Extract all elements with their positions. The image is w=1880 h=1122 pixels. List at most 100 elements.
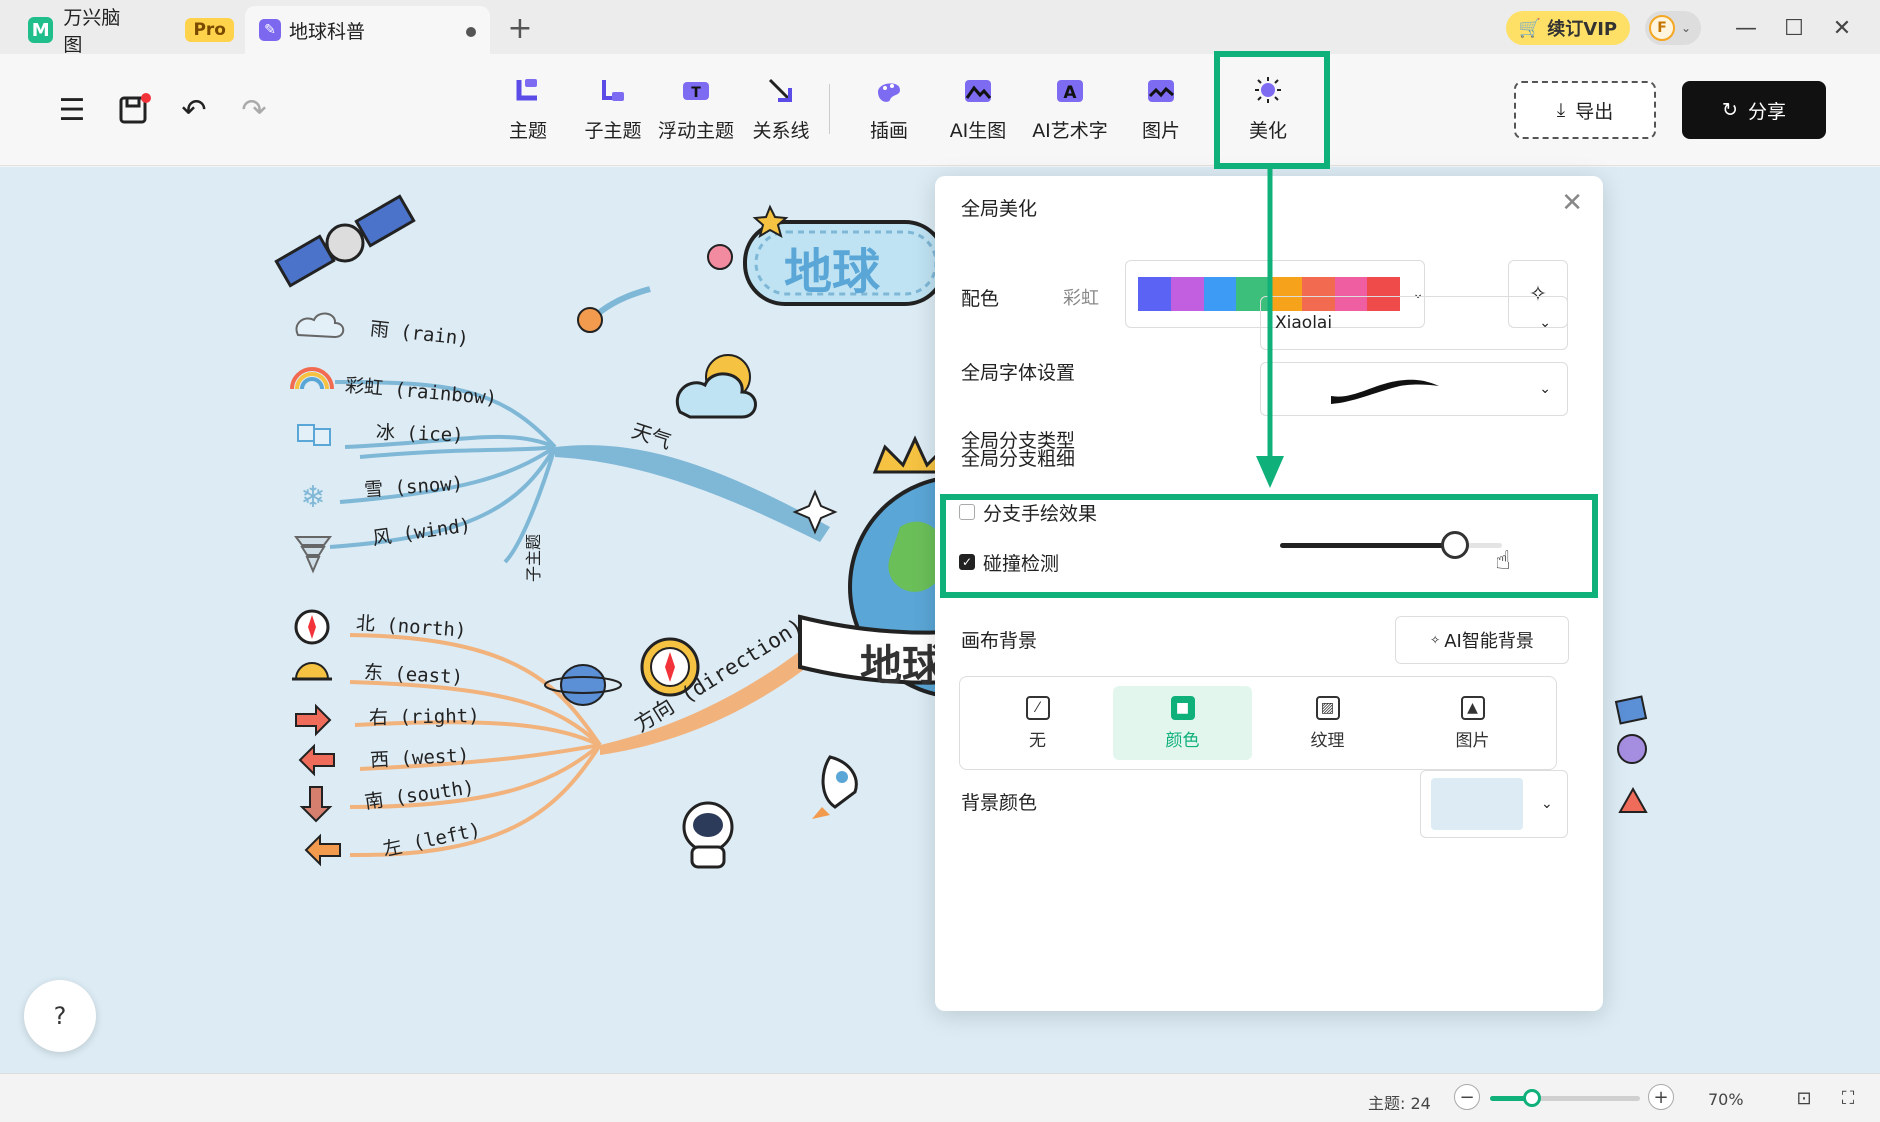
zoom-level[interactable]: 70%: [1708, 1090, 1744, 1109]
zoom-out-button[interactable]: −: [1454, 1084, 1480, 1110]
toolbar-divider: [829, 84, 830, 134]
image-icon: [1144, 74, 1178, 108]
zoom-handle[interactable]: [1523, 1089, 1541, 1107]
share-icon: ↻: [1722, 99, 1738, 121]
tool-ai-image[interactable]: AI生图: [942, 70, 1014, 154]
color-swatch: [1138, 277, 1171, 311]
ai-image-icon: [961, 74, 995, 108]
minimize-icon[interactable]: —: [1728, 12, 1764, 44]
vip-label: 续订VIP: [1547, 19, 1618, 40]
root-topic[interactable]: 地球: [860, 632, 944, 693]
document-tab-label: 地球科普: [289, 20, 366, 43]
satellite-icon: [274, 194, 416, 288]
bg-option-image[interactable]: ▲ 图片: [1403, 686, 1542, 760]
close-window-icon[interactable]: ✕: [1824, 12, 1860, 44]
title-banner-text[interactable]: 地球: [784, 232, 880, 302]
tool-ai-art-text[interactable]: A AI艺术字: [1025, 70, 1115, 154]
texture-icon: ▨: [1315, 695, 1340, 720]
help-icon: ?: [53, 1002, 67, 1030]
subtopic-icon: [596, 74, 630, 108]
chevron-down-icon: ⌄: [1539, 315, 1551, 331]
account-menu[interactable]: F ⌄: [1645, 11, 1701, 45]
color-scheme-label: 配色: [961, 288, 1000, 310]
title-bar: M 万兴脑图 Pro ✎ 地球科普 + 🛒 续订VIP F ⌄ — ☐ ✕: [0, 0, 1880, 56]
slash-icon: ⁄: [1025, 695, 1050, 720]
subtopic-vertical[interactable]: 子主题: [520, 534, 544, 582]
menu-icon[interactable]: ☰: [52, 90, 92, 130]
pro-badge[interactable]: Pro: [185, 18, 234, 42]
sparkle-icon: ✧: [1430, 633, 1441, 647]
undo-icon[interactable]: ↶: [174, 90, 214, 130]
chevron-down-icon: ⌄: [1681, 21, 1692, 35]
tab-document[interactable]: ✎ 地球科普: [245, 6, 490, 54]
branch-width-highlight-box: [940, 494, 1598, 598]
avatar: F: [1649, 15, 1675, 41]
fullscreen-icon[interactable]: ⛶: [1836, 1086, 1860, 1110]
floating-topic-icon: T: [679, 74, 713, 108]
document-icon: ✎: [259, 19, 281, 41]
renew-vip-button[interactable]: 🛒 续订VIP: [1506, 11, 1630, 45]
zoom-slider[interactable]: [1490, 1089, 1640, 1107]
canvas-bg-label: 画布背景: [961, 630, 1038, 652]
topic-icon: [511, 74, 545, 108]
global-font-label: 全局字体设置: [961, 362, 1076, 384]
app-tab[interactable]: M 万兴脑图 Pro: [14, 6, 234, 56]
background-type-group: ⁄ 无 ■ 颜色 ▨ 纹理 ▲ 图片: [959, 676, 1557, 770]
export-button[interactable]: ⤓ 导出: [1514, 81, 1656, 139]
panel-title: 全局美化: [961, 198, 1038, 220]
illustration-icon: [872, 74, 906, 108]
tool-illustration[interactable]: 插画: [864, 70, 914, 154]
bg-option-texture[interactable]: ▨ 纹理: [1258, 686, 1397, 760]
branch-type-select[interactable]: ⌄: [1260, 362, 1568, 416]
help-button[interactable]: ?: [24, 980, 96, 1052]
new-tab-button[interactable]: +: [505, 10, 535, 46]
svg-text:T: T: [691, 85, 701, 101]
fit-screen-icon[interactable]: ⊡: [1792, 1086, 1816, 1110]
share-button[interactable]: ↻ 分享: [1682, 81, 1826, 139]
redo-icon[interactable]: ↷: [234, 90, 274, 130]
relation-line-icon: [764, 74, 798, 108]
bg-color-swatch: [1431, 778, 1523, 830]
tool-topic[interactable]: 主题: [503, 70, 553, 154]
svg-text:❄: ❄: [300, 480, 325, 515]
tool-floating-topic[interactable]: T 浮动主题: [653, 70, 739, 154]
save-icon[interactable]: [114, 90, 154, 130]
bg-option-none[interactable]: ⁄ 无: [968, 686, 1107, 760]
tool-subtopic[interactable]: 子主题: [578, 70, 648, 154]
app-logo-icon: M: [28, 17, 54, 43]
weather-item[interactable]: 冰 (ice): [376, 417, 465, 447]
direction-item[interactable]: 东 (east): [363, 657, 463, 689]
ai-background-button[interactable]: ✧ AI智能背景: [1395, 616, 1569, 664]
color-scheme-name: 彩虹: [1063, 288, 1099, 309]
font-select[interactable]: Xiaolai ⌄: [1260, 296, 1568, 350]
direction-icons: [292, 609, 341, 867]
maximize-icon[interactable]: ☐: [1776, 12, 1812, 44]
bg-color-select[interactable]: ⌄: [1420, 770, 1568, 838]
image-icon: ▲: [1460, 695, 1485, 720]
bg-color-label: 背景颜色: [961, 792, 1038, 814]
color-swatch: [1170, 277, 1204, 311]
ai-art-text-icon: A: [1053, 74, 1087, 108]
app-name: 万兴脑图: [63, 7, 121, 56]
direction-item[interactable]: 右 (right): [369, 701, 480, 730]
status-bar: 主题: 24 − + 70% ⊡ ⛶: [0, 1073, 1880, 1122]
direction-item[interactable]: 西 (west): [369, 740, 470, 772]
cart-icon: 🛒: [1518, 17, 1542, 39]
tool-image[interactable]: 图片: [1136, 70, 1186, 154]
color-fill-icon: ■: [1170, 695, 1195, 720]
zoom-in-button[interactable]: +: [1648, 1084, 1674, 1110]
unsaved-dot-icon[interactable]: [466, 27, 476, 37]
close-icon[interactable]: ✕: [1561, 188, 1583, 218]
highlight-arrow: [1256, 166, 1284, 488]
topic-count: 主题: 24: [1368, 1094, 1431, 1113]
weather-icons: ❄: [290, 312, 345, 574]
beautify-highlight-box: [1214, 51, 1330, 169]
tool-relation-line[interactable]: 关系线: [748, 70, 814, 154]
color-swatch: [1203, 277, 1237, 311]
branch-shape-preview: [1331, 379, 1439, 404]
download-icon: ⤓: [1556, 99, 1566, 121]
chevron-down-icon: ⌄: [1539, 381, 1551, 397]
branch-width-label: 全局分支粗细: [961, 448, 1076, 470]
svg-text:A: A: [1063, 83, 1077, 103]
bg-option-color[interactable]: ■ 颜色: [1113, 686, 1252, 760]
